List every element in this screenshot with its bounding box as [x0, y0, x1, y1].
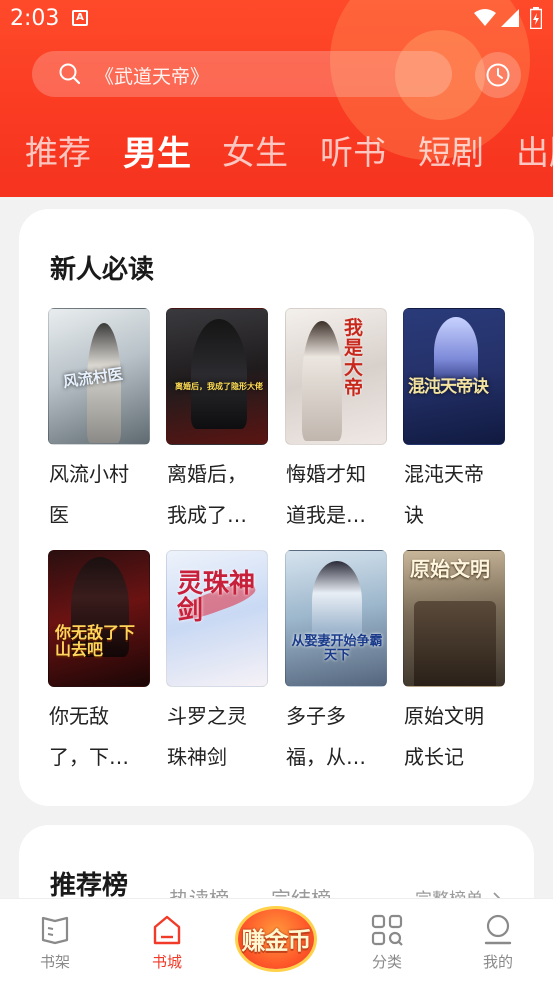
book-title: 原始文明 成长记 [404, 704, 484, 769]
cover-title: 你无敌了下山去吧 [55, 623, 136, 659]
wifi-icon [474, 9, 496, 26]
section-title: 新人必读 [50, 255, 155, 285]
nav-label: 书架 [39, 953, 70, 971]
earn-coins-button[interactable]: 赚金币 [230, 905, 322, 969]
book-title: 你无敌 了，下… [49, 704, 129, 769]
clock-icon [486, 63, 510, 87]
cover-title: 原始文明 [410, 557, 490, 581]
history-button[interactable] [475, 52, 521, 98]
nav-label: 书城 [151, 953, 182, 971]
tab-short-drama[interactable]: 短剧 [418, 126, 484, 174]
nav-bookstore[interactable]: 书城 [127, 913, 207, 972]
tab-recommend[interactable]: 推荐 [25, 126, 91, 174]
search-icon [59, 63, 81, 85]
tab-female[interactable]: 女生 [222, 126, 288, 174]
cover-title: 混沌天帝诀 [408, 377, 489, 397]
book-title: 多子多 福，从… [286, 704, 366, 769]
book-cover: 离婚后，我成了隐形大佬 [166, 308, 268, 445]
notification-app-icon: A [72, 10, 88, 26]
book-cover: 灵珠神剑 [166, 550, 268, 687]
channel-tabs: 推荐 男生 女生 听书 短剧 出版 [0, 126, 553, 174]
cellular-icon [501, 9, 519, 27]
nav-profile[interactable]: 我的 [458, 913, 538, 972]
cover-title: 离婚后，我成了隐形大佬 [175, 382, 263, 391]
book-title: 悔婚才知 道我是… [286, 462, 366, 527]
book-title: 风流小村医 [49, 462, 129, 527]
cover-figure [312, 561, 362, 641]
bookshelf-icon [41, 916, 69, 945]
nav-bookshelf[interactable]: 书架 [15, 913, 95, 972]
cover-figure [302, 321, 342, 441]
cover-figure [414, 601, 496, 686]
tab-publish[interactable]: 出版 [516, 126, 553, 174]
book-title: 混沌天帝诀 [404, 462, 484, 527]
book-cover: 从娶妻开始争霸天下 [285, 550, 387, 687]
book-cover: 我是大帝 [285, 308, 387, 445]
ranking-title: 推荐榜 [50, 871, 129, 901]
cover-title: 我是大帝 [344, 317, 364, 399]
nav-category[interactable]: 分类 [347, 913, 427, 972]
search-bar[interactable]: 《武道天帝》 [32, 51, 452, 97]
battery-icon [530, 7, 542, 29]
nav-label: 分类 [371, 953, 402, 971]
tab-audiobook[interactable]: 听书 [320, 126, 386, 174]
nav-label: 我的 [482, 953, 513, 971]
cover-title: 灵珠神剑 [177, 569, 256, 627]
new-reader-card: 新人必读 风流村医 风流小村医 离婚后，我成了隐形大佬 离婚后， 我成了… 我是大… [19, 209, 534, 806]
cover-title: 从娶妻开始争霸天下 [291, 634, 383, 663]
status-time: 2:03 [10, 6, 60, 31]
category-icon [371, 914, 403, 946]
earn-coins-label: 赚金币 [241, 927, 312, 955]
book-cover: 你无敌了下山去吧 [48, 550, 150, 687]
status-bar: 2:03 A [0, 0, 553, 36]
book-cover: 混沌天帝诀 [403, 308, 505, 445]
book-cover: 风流村医 [48, 308, 150, 445]
tab-male[interactable]: 男生 [123, 126, 191, 175]
cover-figure [191, 319, 247, 429]
search-placeholder: 《武道天帝》 [95, 66, 210, 88]
header: 2:03 A 《武道天帝》 推荐 男生 女生 听书 短剧 出版 [0, 0, 553, 197]
profile-icon [484, 914, 512, 945]
book-title: 离婚后， 我成了… [167, 462, 247, 527]
book-title: 斗罗之灵 珠神剑 [167, 704, 247, 769]
bookstore-icon [153, 915, 181, 945]
book-cover: 原始文明 [403, 550, 505, 687]
